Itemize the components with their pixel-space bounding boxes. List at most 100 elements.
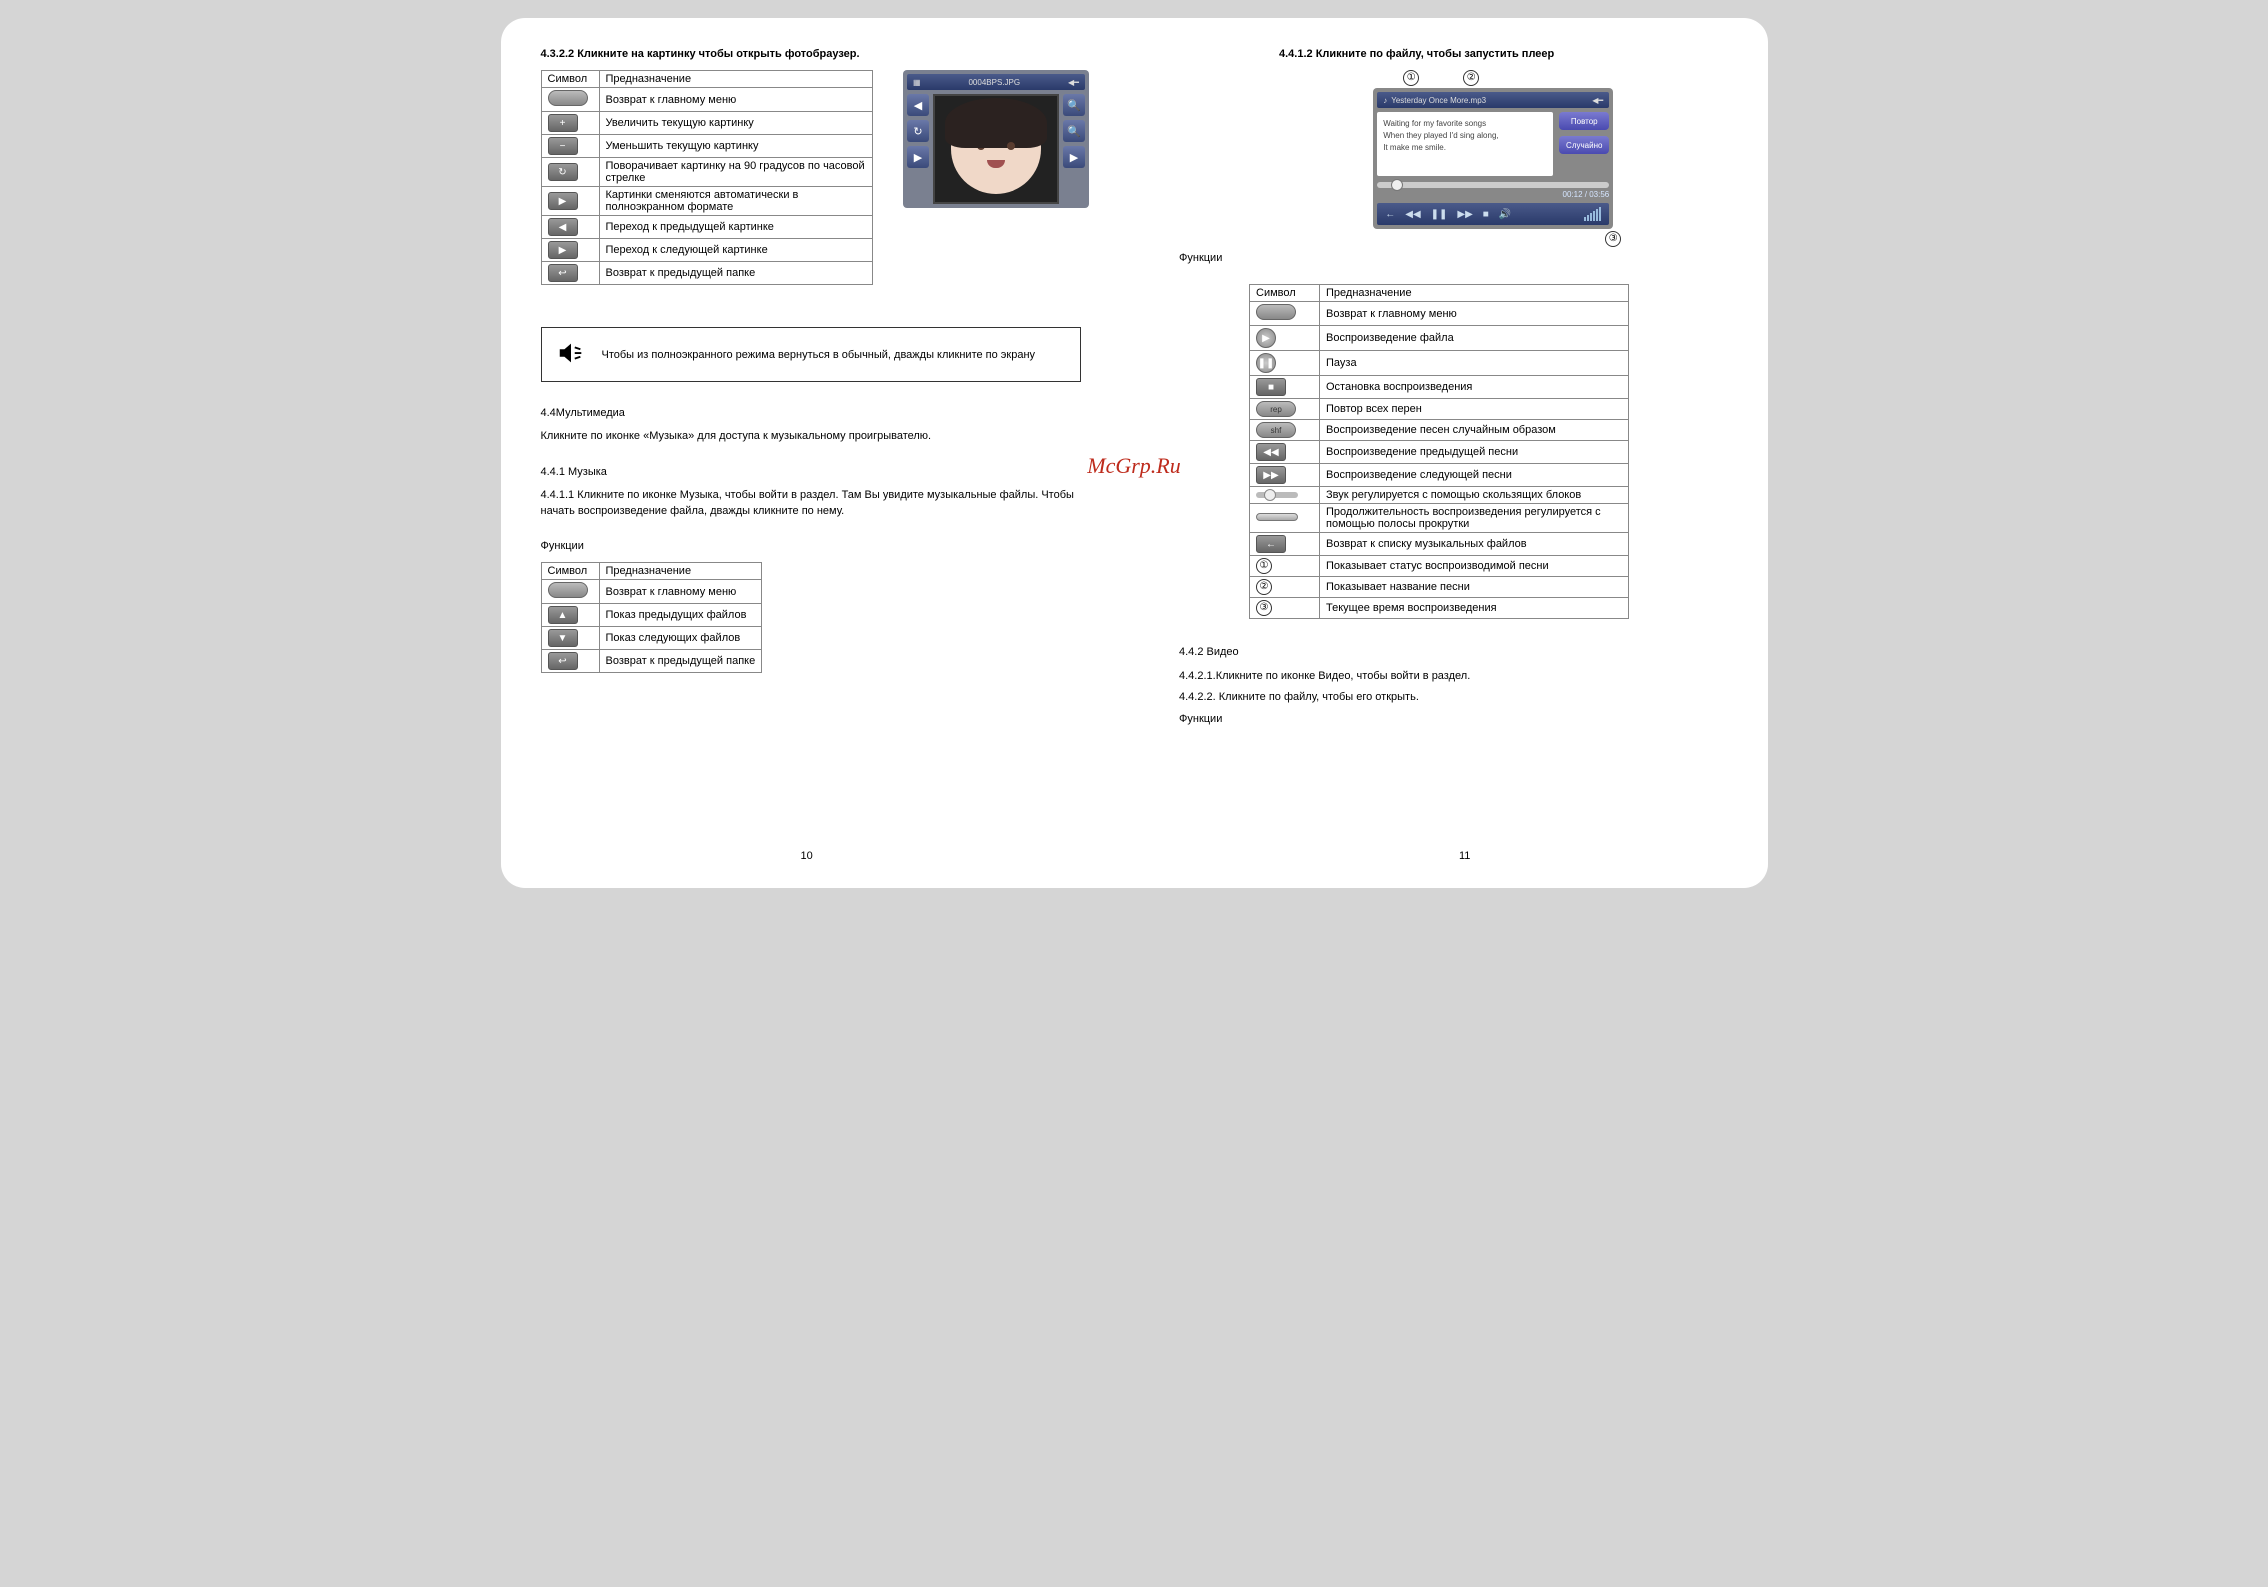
table-cell: Воспроизведение предыдущей песни: [1320, 441, 1629, 464]
pb-zoom-in-icon: 🔍: [1063, 94, 1085, 116]
table-cell: Продолжительность воспроизведения регули…: [1320, 504, 1629, 533]
callout-2-ref: ②: [1256, 579, 1272, 595]
table-cell: Пауза: [1320, 351, 1629, 376]
table-cell: Увеличить текущую картинку: [599, 112, 872, 135]
next-track-icon: ▶▶: [1256, 466, 1286, 484]
callout-3: ③: [1605, 231, 1621, 247]
table-header-symbol: Символ: [1250, 285, 1320, 302]
heading-4-4-2: 4.4.2 Видео: [1179, 645, 1728, 660]
table-cell: Остановка воспроизведения: [1320, 376, 1629, 399]
functions-label-2: Функции: [1179, 712, 1728, 727]
pb-filename: 0004BPS.JPG: [968, 78, 1020, 87]
back-list-icon: ←: [1256, 535, 1286, 553]
ap-controls: ← ◀◀ ❚❚ ▶▶ ■ 🔊: [1377, 203, 1609, 225]
table-cell: Воспроизведение следующей песни: [1320, 464, 1629, 487]
ap-progress-bar: [1377, 182, 1609, 188]
pb-rotate-icon: ↻: [907, 120, 929, 142]
paragraph-4-4-2-2: 4.4.2.2. Кликните по файлу, чтобы его от…: [1179, 690, 1728, 705]
table-cell: Воспроизведение песен случайным образом: [1320, 420, 1629, 441]
table-cell: Показывает статус воспроизводимой песни: [1320, 556, 1629, 577]
table-cell: Возврат к главному меню: [1320, 302, 1629, 326]
next-files-icon: ▼: [548, 629, 578, 647]
table-cell: Картинки сменяются автоматически в полно…: [599, 187, 872, 216]
lyric-line: When they played I'd sing along,: [1383, 130, 1547, 142]
zoom-out-icon: −: [548, 137, 578, 155]
callout-1-ref: ①: [1256, 558, 1272, 574]
table-cell: Возврат к предыдущей папке: [599, 262, 872, 285]
back-folder-icon: ↩: [548, 264, 578, 282]
back-folder-icon: ↩: [548, 652, 578, 670]
ap-prev-icon: ◀◀: [1405, 209, 1420, 220]
table-cell: Переход к следующей картинке: [599, 239, 872, 262]
pb-photo-area: [933, 94, 1059, 204]
ap-time: 00:12 / 03:56: [1377, 190, 1609, 199]
ap-stop-icon: ■: [1483, 209, 1489, 220]
table-header-purpose: Предназначение: [599, 71, 872, 88]
page-number: 10: [801, 850, 813, 862]
prev-track-icon: ◀◀: [1256, 443, 1286, 461]
table-cell: Возврат к главному меню: [599, 580, 762, 604]
home-icon: [548, 90, 588, 106]
home-icon: [548, 582, 588, 598]
ap-pause-icon: ❚❚: [1431, 209, 1448, 220]
ap-vol-icon: 🔊: [1499, 209, 1511, 220]
audio-player-mock: ♪ Yesterday Once More.mp3 ◀━ Waiting for…: [1373, 88, 1613, 229]
stop-icon: ■: [1256, 378, 1286, 396]
tip-text: Чтобы из полноэкранного режима вернуться…: [602, 349, 1066, 361]
speaker-icon: [556, 338, 586, 371]
table-cell: Возврат к предыдущей папке: [599, 650, 762, 673]
heading-4-3-2-2: 4.3.2.2 Кликните на картинку чтобы откры…: [541, 48, 1090, 60]
zoom-in-icon: +: [548, 114, 578, 132]
prev-image-icon: ◀: [548, 218, 578, 236]
page-10: 4.3.2.2 Кликните на картинку чтобы откры…: [541, 48, 1100, 868]
page-11: 4.4.1.2 Кликните по файлу, чтобы запусти…: [1159, 48, 1728, 868]
table-cell: Воспроизведение файла: [1320, 326, 1629, 351]
pb-back-icon: ◀━: [1068, 78, 1079, 87]
table-cell: Переход к предыдущей картинке: [599, 216, 872, 239]
ap-lyrics: Waiting for my favorite songs When they …: [1377, 112, 1553, 176]
tip-box: Чтобы из полноэкранного режима вернуться…: [541, 327, 1081, 382]
paragraph-4-4-2-1: 4.4.2.1.Кликните по иконке Видео, чтобы …: [1179, 669, 1728, 684]
next-image-icon: ▶: [548, 241, 578, 259]
table-header-symbol: Символ: [541, 71, 599, 88]
functions-label: Функции: [541, 539, 1090, 554]
functions-label: Функции: [1179, 251, 1728, 266]
paragraph-4-4-1-1: 4.4.1.1 Кликните по иконке Музыка, чтобы…: [541, 488, 1090, 519]
progress-bar-icon: [1256, 513, 1298, 521]
table-cell: Возврат к главному меню: [599, 88, 872, 112]
ap-repeat-button: Повтор: [1559, 112, 1609, 130]
pb-prev-icon: ◀: [907, 94, 929, 116]
callout-2: ②: [1463, 70, 1479, 86]
table-header-purpose: Предназначение: [1320, 285, 1629, 302]
table-cell: Повтор всех перен: [1320, 399, 1629, 420]
pb-file-icon: ▦: [913, 78, 921, 87]
pb-next-icon: ▶: [1063, 146, 1085, 168]
player-with-callouts: ① ② ♪ Yesterday Once More.mp3 ◀━ Waiting…: [1373, 70, 1633, 247]
play-icon: ▶: [1256, 328, 1276, 348]
table-cell: Возврат к списку музыкальных файлов: [1320, 533, 1629, 556]
slideshow-icon: ▶: [548, 192, 578, 210]
lyric-line: It make me smile.: [1383, 142, 1547, 154]
table-cell: Звук регулируется с помощью скользящих б…: [1320, 487, 1629, 504]
player-symbol-table: Символ Предназначение Возврат к главному…: [1249, 284, 1629, 619]
photo-child-face: [951, 104, 1041, 194]
photo-browser-mock: ▦ 0004BPS.JPG ◀━ ◀ ↻ ▶: [903, 70, 1089, 208]
ap-next-icon: ▶▶: [1457, 209, 1472, 220]
table-cell: Уменьшить текущую картинку: [599, 135, 872, 158]
music-list-symbol-table: Символ Предназначение Возврат к главному…: [541, 562, 763, 673]
table-header-symbol: Символ: [541, 563, 599, 580]
ap-volume-bars: [1584, 207, 1601, 221]
repeat-icon: rep: [1256, 401, 1296, 417]
rotate-icon: ↻: [548, 163, 578, 181]
shuffle-icon: shf: [1256, 422, 1296, 438]
table-cell: Поворачивает картинку на 90 градусов по …: [599, 158, 872, 187]
ap-title: Yesterday Once More.mp3: [1387, 96, 1592, 105]
table-header-purpose: Предназначение: [599, 563, 762, 580]
callout-3-ref: ③: [1256, 600, 1272, 616]
table-cell: Показ следующих файлов: [599, 627, 762, 650]
lyric-line: Waiting for my favorite songs: [1383, 118, 1547, 130]
pause-icon: ❚❚: [1256, 353, 1276, 373]
ap-back-list-icon: ←: [1385, 209, 1395, 220]
table-cell: Текущее время воспроизведения: [1320, 598, 1629, 619]
callout-1: ①: [1403, 70, 1419, 86]
